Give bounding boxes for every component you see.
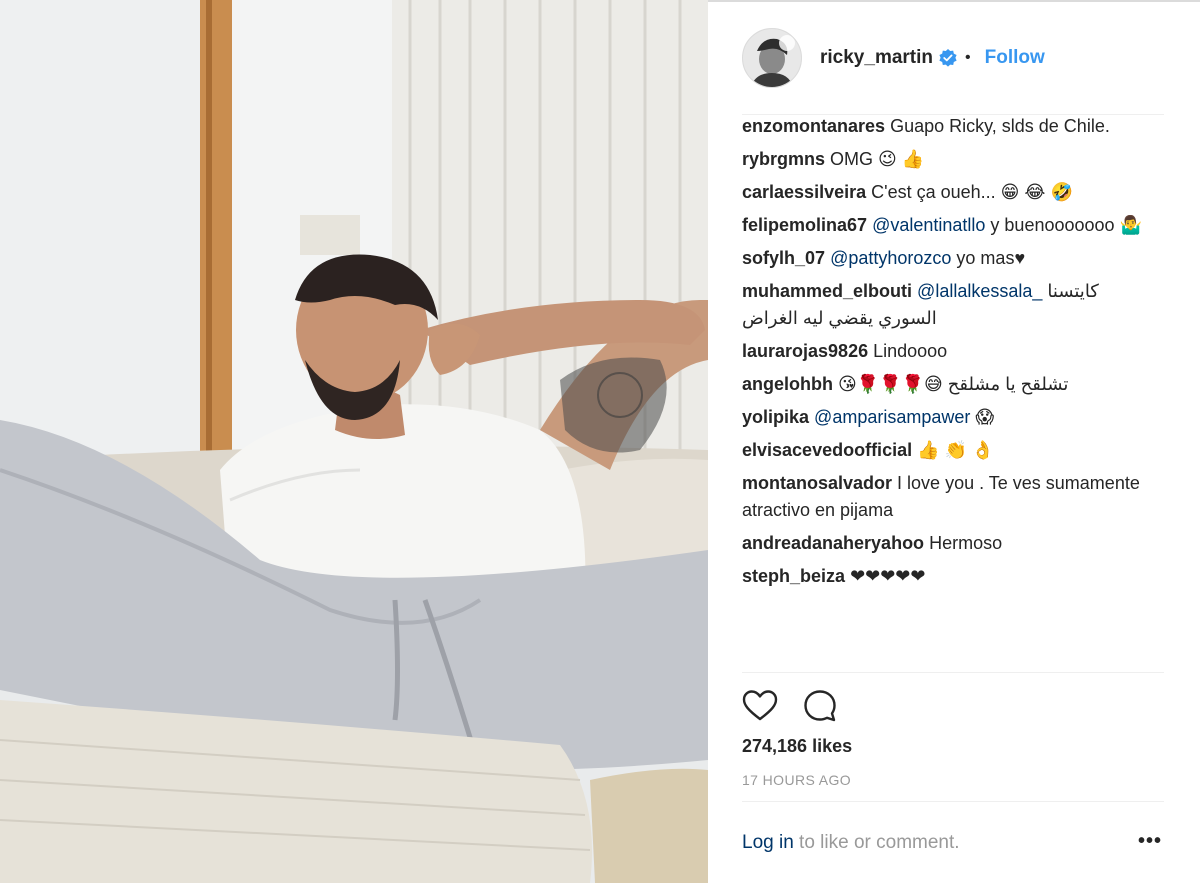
comment: muhammed_elbouti @lallalkessala_ كايتسنا…	[742, 278, 1162, 332]
comment: montanosalvador I love you . Te ves suma…	[742, 470, 1162, 524]
avatar-image	[743, 29, 801, 87]
comment-text: C'est ça oueh... 😁 😂 🤣	[871, 182, 1073, 202]
header-separator: •	[965, 49, 971, 66]
avatar[interactable]	[742, 28, 802, 88]
comments-divider	[742, 672, 1164, 673]
comment-username[interactable]: steph_beiza	[742, 566, 845, 586]
speech-bubble-icon[interactable]	[802, 688, 838, 724]
comment-text: ❤❤❤❤❤	[850, 566, 926, 586]
username[interactable]: ricky_martin	[820, 47, 933, 69]
comment-text: Guapo Ricky, slds de Chile.	[890, 116, 1110, 136]
comment-username[interactable]: sofylh_07	[742, 248, 825, 268]
comment-mention[interactable]: @amparisampawer	[814, 407, 970, 427]
comment: yolipika @amparisampawer 😱	[742, 404, 1162, 431]
comment-text: 😱	[975, 407, 995, 427]
comment: laurarojas9826 Lindoooo	[742, 338, 1162, 365]
login-prompt: Log in to like or comment.	[742, 832, 960, 854]
panel-top-border	[708, 0, 1200, 2]
heart-icon[interactable]	[742, 688, 778, 724]
comment-text: Hermoso	[929, 533, 1003, 553]
more-options-button[interactable]: •••	[1138, 830, 1162, 853]
post-photo[interactable]	[0, 0, 708, 883]
post-side-panel: ricky_martin • Follow enzomontanares Gua…	[708, 0, 1200, 883]
comment-username[interactable]: carlaessilveira	[742, 182, 866, 202]
login-prompt-text: to like or comment.	[793, 832, 960, 853]
comment-mention[interactable]: @lallalkessala_	[917, 281, 1042, 301]
comment-username[interactable]: laurarojas9826	[742, 341, 868, 361]
login-link[interactable]: Log in	[742, 832, 794, 853]
comment-username[interactable]: muhammed_elbouti	[742, 281, 912, 301]
comment: sofylh_07 @pattyhorozco yo mas♥	[742, 245, 1162, 272]
comment-mention[interactable]: @pattyhorozco	[830, 248, 951, 268]
comment: enzomontanares Guapo Ricky, slds de Chil…	[742, 113, 1162, 140]
comment: rybrgmns OMG 😉 👍	[742, 146, 1162, 173]
follow-button[interactable]: Follow	[985, 47, 1045, 69]
likes-count[interactable]: 274,186 likes	[742, 736, 852, 757]
instagram-post: ricky_martin • Follow enzomontanares Gua…	[0, 0, 1200, 883]
post-actions	[742, 688, 838, 724]
comment-text: 👍 👏 👌	[917, 440, 995, 460]
comment: elvisacevedoofficial 👍 👏 👌	[742, 437, 1162, 464]
comment-username[interactable]: angelohbh	[742, 374, 833, 394]
comment-mention[interactable]: @valentinatllo	[872, 215, 985, 235]
comment-text: تشلقح يا مشلقح 😅🌹🌹🌹😘	[838, 374, 1069, 394]
comment: felipemolina67 @valentinatllo y buenoooo…	[742, 212, 1162, 239]
comment-text: Lindoooo	[873, 341, 948, 361]
comment-text: y buenooooooo 🤷‍♂	[990, 215, 1142, 235]
post-header: ricky_martin • Follow	[742, 28, 1045, 88]
comment-username[interactable]: yolipika	[742, 407, 809, 427]
comment-username[interactable]: montanosalvador	[742, 473, 892, 493]
footer-divider	[742, 801, 1164, 802]
comment-username[interactable]: rybrgmns	[742, 149, 825, 169]
verified-badge-icon	[939, 49, 957, 67]
comment-username[interactable]: enzomontanares	[742, 116, 885, 136]
comments-list: enzomontanares Guapo Ricky, slds de Chil…	[742, 113, 1162, 596]
post-photo-illustration	[0, 0, 708, 883]
comment: andreadanaheryahoo Hermoso	[742, 530, 1162, 557]
comment-username[interactable]: elvisacevedoofficial	[742, 440, 912, 460]
post-timestamp[interactable]: 17 HOURS AGO	[742, 772, 851, 788]
comment-text: OMG 😉 👍	[830, 149, 925, 169]
comment: carlaessilveira C'est ça oueh... 😁 😂 🤣	[742, 179, 1162, 206]
comment-text: yo mas♥	[956, 248, 1026, 268]
comment: angelohbh تشلقح يا مشلقح 😅🌹🌹🌹😘	[742, 371, 1162, 398]
comment-username[interactable]: andreadanaheryahoo	[742, 533, 924, 553]
comment: steph_beiza ❤❤❤❤❤	[742, 563, 1162, 590]
comment-username[interactable]: felipemolina67	[742, 215, 867, 235]
